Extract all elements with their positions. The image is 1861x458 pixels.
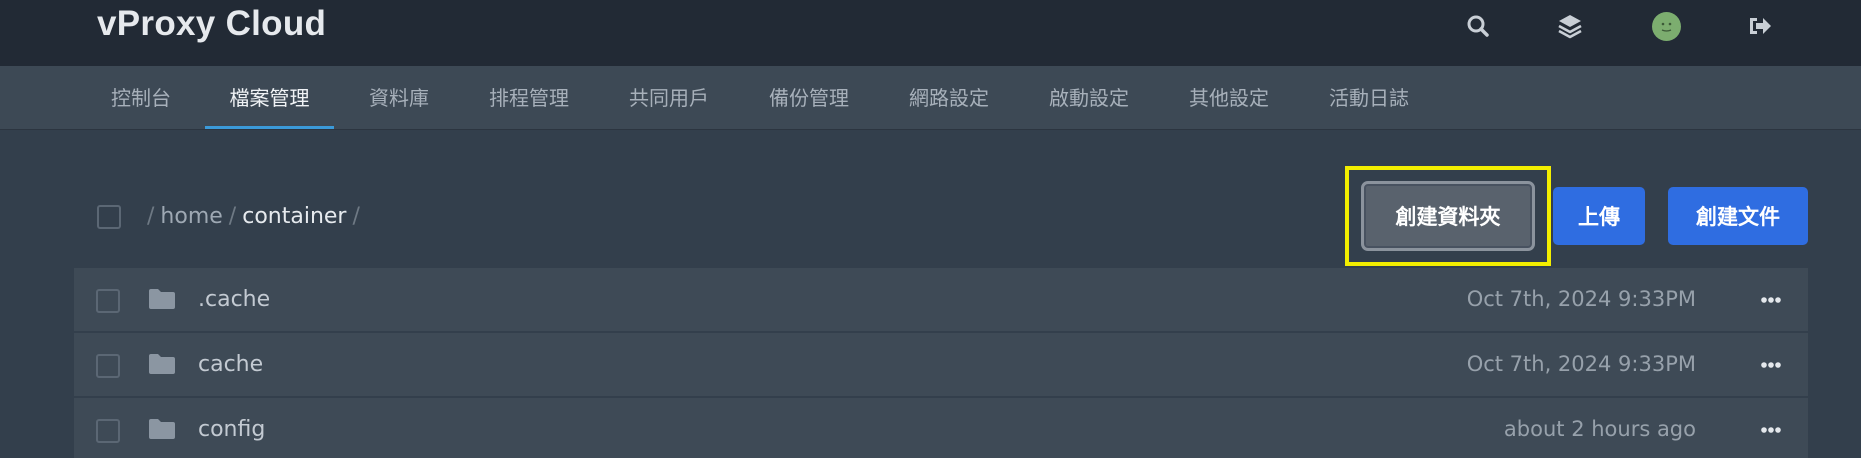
tab-database[interactable]: 資料庫 bbox=[364, 66, 434, 130]
tab-shared-users[interactable]: 共同用戶 bbox=[624, 66, 714, 130]
file-modified: Oct 7th, 2024 9:33PM bbox=[1466, 287, 1696, 311]
tab-backup[interactable]: 備份管理 bbox=[764, 66, 854, 130]
upload-button[interactable]: 上傳 bbox=[1553, 187, 1645, 245]
layers-icon[interactable] bbox=[1554, 10, 1586, 42]
file-row[interactable]: cache Oct 7th, 2024 9:33PM bbox=[74, 333, 1808, 396]
row-checkbox[interactable] bbox=[96, 419, 120, 443]
avatar bbox=[1651, 11, 1681, 41]
tab-network[interactable]: 網路設定 bbox=[904, 66, 994, 130]
create-file-button[interactable]: 創建文件 bbox=[1668, 187, 1808, 245]
search-icon[interactable] bbox=[1462, 10, 1494, 42]
top-bar: vProxy Cloud bbox=[0, 0, 1861, 66]
tab-startup[interactable]: 啟動設定 bbox=[1044, 66, 1134, 130]
breadcrumb: / home / container / bbox=[141, 200, 366, 234]
file-modified: Oct 7th, 2024 9:33PM bbox=[1466, 352, 1696, 376]
file-name[interactable]: config bbox=[198, 398, 265, 458]
tab-schedule[interactable]: 排程管理 bbox=[484, 66, 574, 130]
file-name[interactable]: .cache bbox=[198, 268, 270, 331]
tab-file-manager[interactable]: 檔案管理 bbox=[205, 66, 334, 130]
main-nav: 控制台 檔案管理 資料庫 排程管理 共同用戶 備份管理 網路設定 啟動設定 其他… bbox=[0, 66, 1861, 130]
user-avatar[interactable] bbox=[1650, 10, 1682, 42]
breadcrumb-separator: / bbox=[147, 204, 155, 229]
row-checkbox[interactable] bbox=[96, 289, 120, 313]
breadcrumb-separator: / bbox=[228, 204, 237, 229]
app-title: vProxy Cloud bbox=[97, 4, 327, 43]
active-tab-indicator bbox=[205, 126, 334, 129]
file-modified: about 2 hours ago bbox=[1503, 417, 1696, 441]
more-options-icon[interactable] bbox=[1756, 420, 1786, 440]
file-row[interactable]: config about 2 hours ago bbox=[74, 398, 1808, 458]
create-folder-button[interactable]: 創建資料夾 bbox=[1361, 181, 1535, 251]
logout-icon[interactable] bbox=[1744, 10, 1776, 42]
folder-icon bbox=[149, 354, 175, 374]
tab-activity-log[interactable]: 活動日誌 bbox=[1324, 66, 1414, 130]
tab-other-settings[interactable]: 其他設定 bbox=[1184, 66, 1274, 130]
tab-dashboard[interactable]: 控制台 bbox=[106, 66, 176, 130]
folder-icon bbox=[149, 419, 175, 439]
select-all-checkbox[interactable] bbox=[97, 205, 121, 229]
file-name[interactable]: cache bbox=[198, 333, 263, 396]
folder-icon bbox=[149, 289, 175, 309]
breadcrumb-home[interactable]: home bbox=[160, 204, 222, 229]
row-checkbox[interactable] bbox=[96, 354, 120, 378]
more-options-icon[interactable] bbox=[1756, 290, 1786, 310]
more-options-icon[interactable] bbox=[1756, 355, 1786, 375]
breadcrumb-container[interactable]: container bbox=[242, 204, 346, 229]
file-row[interactable]: .cache Oct 7th, 2024 9:33PM bbox=[74, 268, 1808, 331]
breadcrumb-separator: / bbox=[352, 204, 360, 229]
